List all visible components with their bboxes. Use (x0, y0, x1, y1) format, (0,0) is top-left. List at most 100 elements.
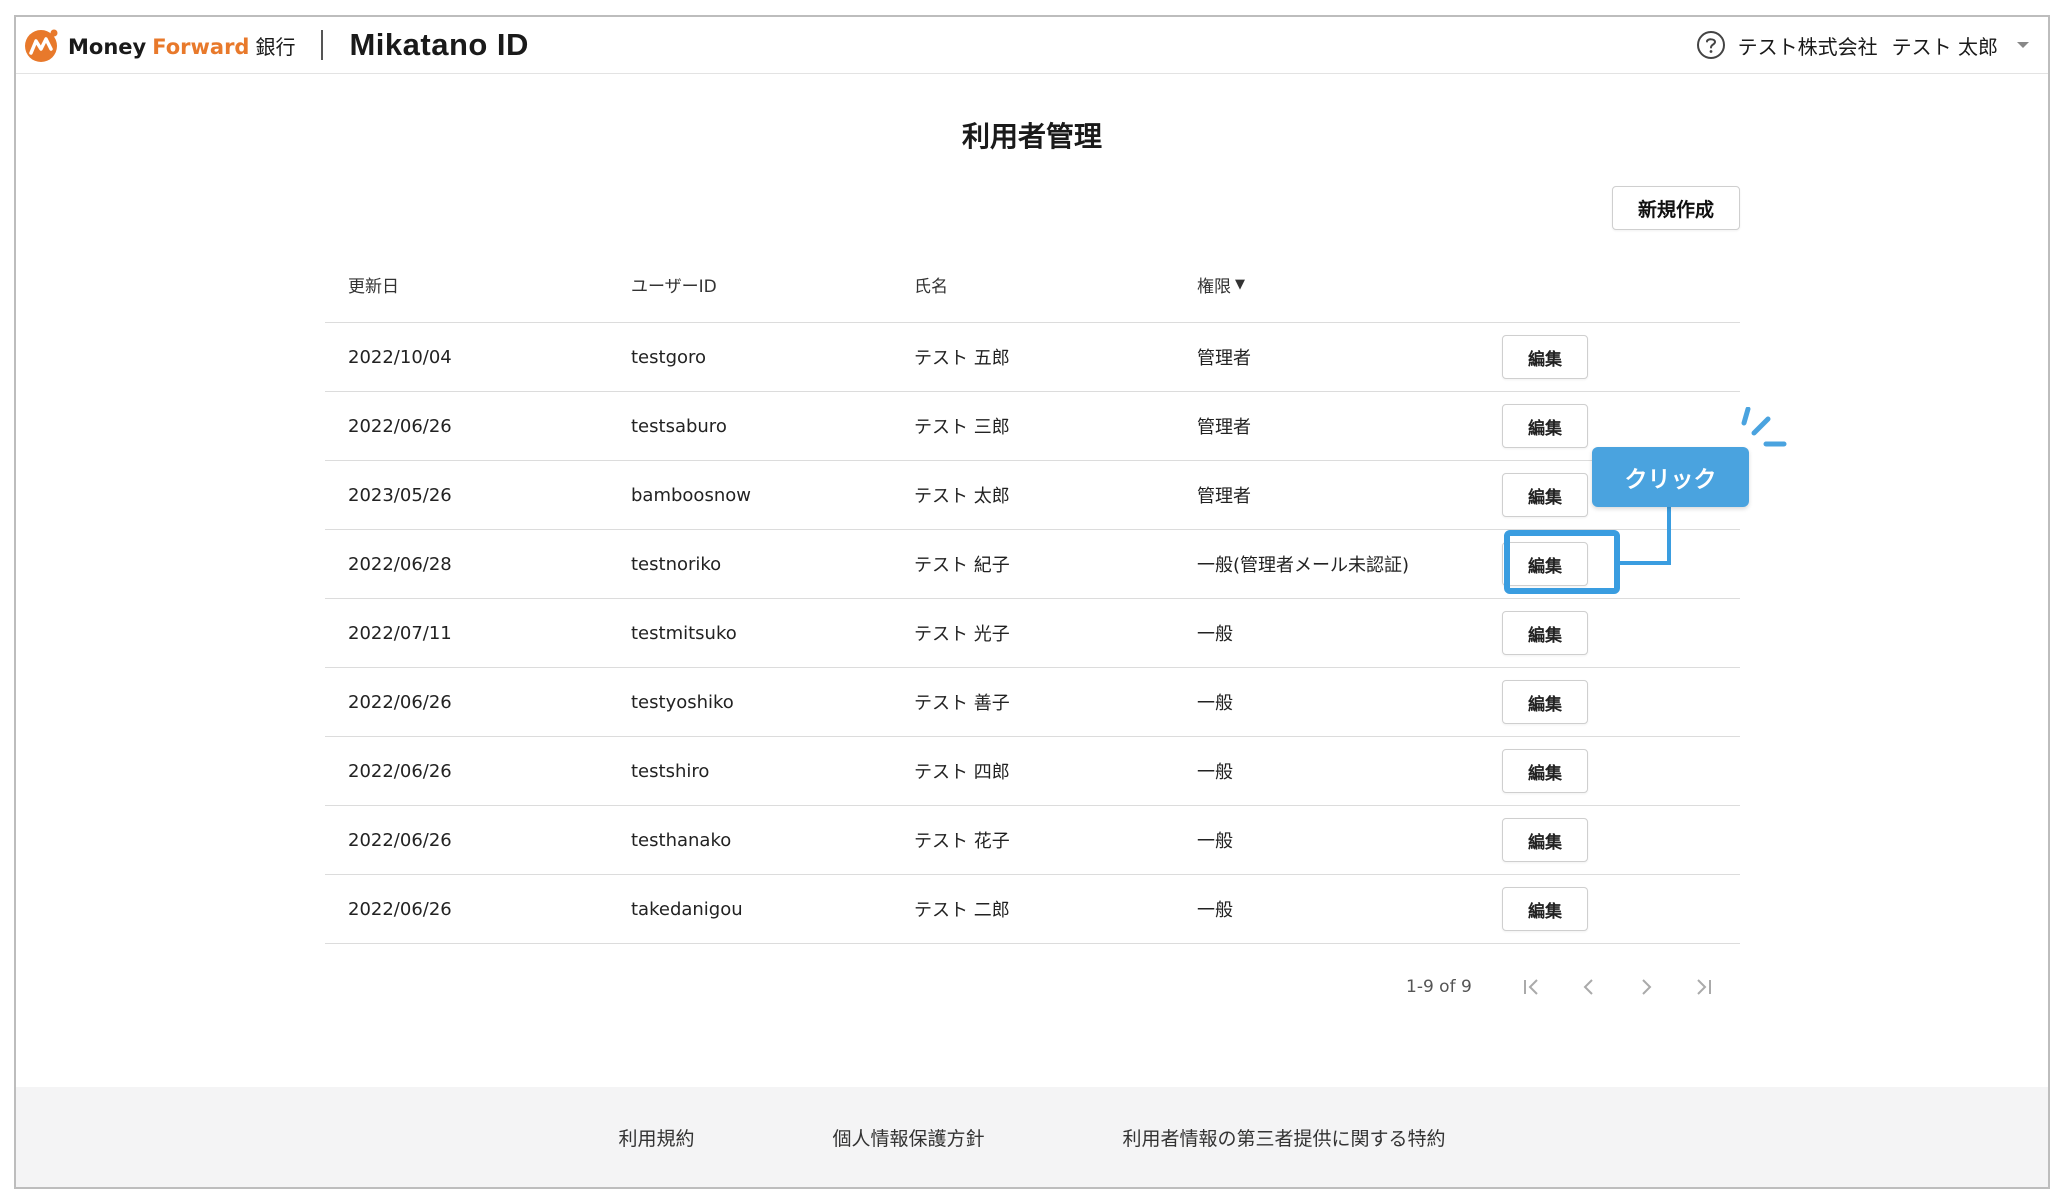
edit-button[interactable]: 編集 (1502, 404, 1588, 448)
cell-updated: 2023/05/26 (325, 460, 631, 530)
cell-user-id: testmitsuko (631, 598, 914, 668)
cell-name: テスト 太郎 (914, 460, 1197, 530)
cell-name: テスト 光子 (914, 598, 1197, 668)
table-row: 2023/05/26 bamboosnow テスト 太郎 管理者 編集 (325, 460, 1740, 530)
cell-user-id: takedanigou (631, 874, 914, 944)
table-row: 2022/06/26 testhanako テスト 花子 一般 編集 (325, 805, 1740, 875)
cell-role: 一般 (1197, 874, 1502, 944)
callout-connector-vertical (1667, 507, 1671, 565)
cell-actions: 編集 (1502, 598, 1740, 668)
cell-name: テスト 三郎 (914, 391, 1197, 461)
cell-updated: 2022/06/26 (325, 736, 631, 806)
brand-forward-text: Forward (152, 34, 250, 59)
edit-button[interactable]: 編集 (1502, 611, 1588, 655)
cell-name: テスト 紀子 (914, 529, 1197, 599)
cell-updated: 2022/06/26 (325, 667, 631, 737)
edit-button[interactable]: 編集 (1502, 818, 1588, 862)
cell-updated: 2022/07/11 (325, 598, 631, 668)
footer-link-third-party[interactable]: 利用者情報の第三者提供に関する特約 (1123, 1124, 1446, 1151)
cell-updated: 2022/06/28 (325, 529, 631, 599)
edit-button[interactable]: 編集 (1502, 887, 1588, 931)
edit-button[interactable]: 編集 (1502, 473, 1588, 517)
cell-user-id: bamboosnow (631, 460, 914, 530)
cell-updated: 2022/10/04 (325, 322, 631, 392)
footer-link-privacy[interactable]: 個人情報保護方針 (832, 1124, 984, 1151)
cell-actions: 編集 (1502, 874, 1740, 944)
cell-actions: 編集 (1502, 736, 1740, 806)
brand-divider (321, 30, 324, 60)
cell-role: 一般 (1197, 805, 1502, 875)
edit-button[interactable]: 編集 (1502, 680, 1588, 724)
caret-down-icon[interactable] (2016, 40, 2030, 50)
column-header-user-id: ユーザーID (631, 246, 914, 323)
cell-role: 一般(管理者メール未認証) (1197, 529, 1502, 599)
column-header-actions (1502, 246, 1740, 323)
page-title: 利用者管理 (961, 120, 1102, 153)
table-row: 2022/10/04 testgoro テスト 五郎 管理者 編集 (325, 322, 1740, 392)
cell-role: 一般 (1197, 667, 1502, 737)
column-header-role[interactable]: 権限 ▼ (1197, 246, 1502, 323)
table-row: 2022/06/26 testyoshiko テスト 善子 一般 編集 (325, 667, 1740, 737)
user-name: テスト 太郎 (1891, 34, 1998, 59)
callout-connector-horizontal (1618, 561, 1671, 565)
cell-role: 管理者 (1197, 322, 1502, 392)
role-sort-control[interactable]: 権限 ▼ (1197, 272, 1245, 297)
table-row: 2022/07/11 testmitsuko テスト 光子 一般 編集 (325, 598, 1740, 668)
table-row: 2022/06/26 testshiro テスト 四郎 一般 編集 (325, 736, 1740, 806)
first-page-icon[interactable] (1520, 975, 1544, 999)
app-window: Money Forward 銀行 Mikatano ID テスト株式会社 テスト… (14, 15, 2050, 1189)
money-forward-logo-icon (25, 29, 58, 62)
cell-updated: 2022/06/26 (325, 805, 631, 875)
sparkle-icon (1741, 407, 1787, 447)
user-menu[interactable]: テスト株式会社 テスト 太郎 (1696, 17, 2030, 73)
cell-updated: 2022/06/26 (325, 874, 631, 944)
table-header-row: 更新日 ユーザーID 氏名 権限 ▼ (325, 246, 1740, 323)
cell-user-id: testshiro (631, 736, 914, 806)
table-row: 2022/06/26 takedanigou テスト 二郎 一般 編集 (325, 874, 1740, 944)
cell-name: テスト 善子 (914, 667, 1197, 737)
footer-link-terms[interactable]: 利用規約 (618, 1124, 694, 1151)
product-name: Mikatano ID (349, 27, 529, 62)
cell-user-id: testgoro (631, 322, 914, 392)
users-table: 更新日 ユーザーID 氏名 権限 ▼ 2022/10/04 testgoro テスト… (325, 246, 1740, 944)
role-header-label: 権限 (1197, 276, 1231, 297)
cell-user-id: testsaburo (631, 391, 914, 461)
click-callout: クリック (1592, 447, 1749, 507)
cell-role: 管理者 (1197, 391, 1502, 461)
cell-actions: 編集 (1502, 322, 1740, 392)
page-range: 1-9 of 9 (1406, 977, 1472, 997)
edit-button[interactable]: 編集 (1502, 335, 1588, 379)
column-header-updated: 更新日 (325, 246, 631, 323)
cell-name: テスト 花子 (914, 805, 1197, 875)
prev-page-icon[interactable] (1577, 975, 1601, 999)
edit-button[interactable]: 編集 (1502, 749, 1588, 793)
cell-name: テスト 五郎 (914, 322, 1197, 392)
pagination: 1-9 of 9 (1406, 967, 1748, 1007)
click-highlight-box (1504, 530, 1620, 594)
cell-updated: 2022/06/26 (325, 391, 631, 461)
cell-user-id: testhanako (631, 805, 914, 875)
footer: 利用規約 個人情報保護方針 利用者情報の第三者提供に関する特約 (16, 1087, 2048, 1187)
brand-money-text: Money (68, 34, 147, 59)
cell-role: 管理者 (1197, 460, 1502, 530)
table-row: 2022/06/26 testsaburo テスト 三郎 管理者 編集 (325, 391, 1740, 461)
sort-down-icon: ▼ (1235, 276, 1245, 292)
top-header: Money Forward 銀行 Mikatano ID テスト株式会社 テスト… (16, 17, 2048, 74)
last-page-icon[interactable] (1691, 975, 1715, 999)
cell-user-id: testnoriko (631, 529, 914, 599)
cell-user-id: testyoshiko (631, 667, 914, 737)
cell-actions: 編集 (1502, 805, 1740, 875)
cell-name: テスト 二郎 (914, 874, 1197, 944)
create-new-button[interactable]: 新規作成 (1612, 186, 1740, 230)
company-name: テスト株式会社 (1737, 34, 1878, 59)
cell-name: テスト 四郎 (914, 736, 1197, 806)
cell-role: 一般 (1197, 598, 1502, 668)
next-page-icon[interactable] (1634, 975, 1658, 999)
cell-actions: 編集 (1502, 667, 1740, 737)
brand-logo[interactable]: Money Forward 銀行 Mikatano ID (22, 27, 529, 63)
help-circle-icon[interactable] (1696, 30, 1726, 60)
brand-bank-text: 銀行 (255, 34, 296, 59)
column-header-name: 氏名 (914, 246, 1197, 323)
brand-wordmark: Money Forward 銀行 (68, 31, 295, 60)
cell-role: 一般 (1197, 736, 1502, 806)
